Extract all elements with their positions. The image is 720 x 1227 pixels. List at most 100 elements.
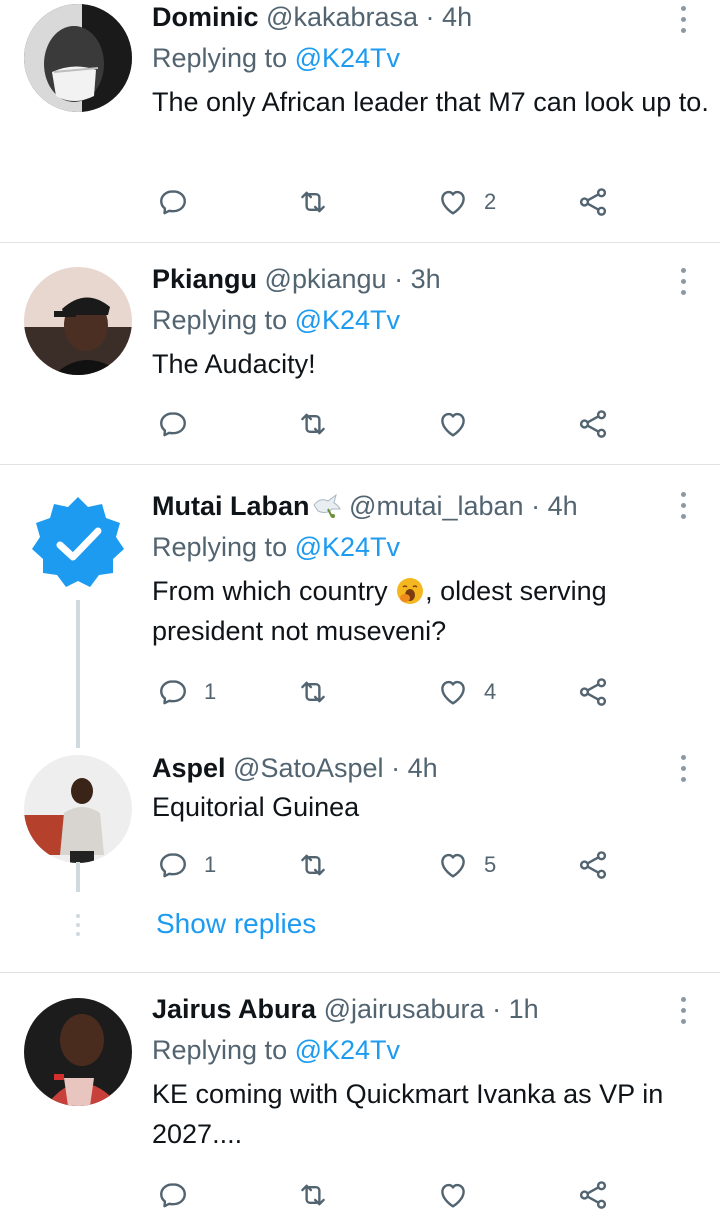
share-button[interactable]: [576, 182, 610, 222]
tweet-header: Mutai Laban @mutai_laban · 4h: [152, 489, 680, 523]
like-icon: [436, 1178, 470, 1212]
like-icon: [436, 185, 470, 219]
separator: ·: [492, 994, 502, 1024]
retweet-icon: [296, 675, 330, 709]
reply-button[interactable]: [156, 404, 204, 444]
share-button[interactable]: [576, 672, 610, 712]
tweet[interactable]: Aspel @SatoAspel · 4h Equitorial Guinea …: [0, 745, 720, 890]
handle[interactable]: @SatoAspel: [233, 753, 384, 783]
show-replies-link[interactable]: Show replies: [156, 908, 316, 940]
avatar[interactable]: [24, 998, 132, 1106]
reply-icon: [156, 185, 190, 219]
replying-label: Replying to: [152, 532, 288, 562]
tweet-actions: [152, 1175, 632, 1215]
timestamp[interactable]: 1h: [509, 994, 539, 1024]
thread-line: [76, 862, 80, 892]
reply-icon: [156, 848, 190, 882]
share-button[interactable]: [576, 1175, 610, 1215]
share-icon: [576, 185, 610, 219]
like-count: 4: [484, 679, 497, 704]
handle[interactable]: @kakabrasa: [266, 2, 418, 32]
dove-icon: [312, 493, 341, 518]
replying-to: Replying to @K24Tv: [152, 38, 680, 78]
tweet[interactable]: Dominic @kakabrasa · 4h Replying to @K24…: [0, 0, 720, 242]
display-name[interactable]: Dominic: [152, 2, 259, 32]
reply-icon: [156, 407, 190, 441]
share-icon: [576, 1178, 610, 1212]
like-button[interactable]: 5: [436, 845, 496, 885]
handle[interactable]: @mutai_laban: [349, 491, 524, 521]
mention-link[interactable]: @K24Tv: [295, 43, 400, 73]
more-options-icon[interactable]: [678, 6, 688, 34]
reply-icon: [156, 1178, 190, 1212]
like-button[interactable]: 2: [436, 182, 496, 222]
avatar[interactable]: [24, 267, 132, 375]
tweet-header: Dominic @kakabrasa · 4h: [152, 0, 680, 34]
more-options-icon[interactable]: [678, 755, 688, 783]
retweet-button[interactable]: [296, 845, 330, 885]
more-options-icon[interactable]: [678, 997, 688, 1025]
retweet-button[interactable]: [296, 672, 330, 712]
like-icon: [436, 675, 470, 709]
reply-icon: [156, 675, 190, 709]
tweet-actions: 1 5: [152, 845, 632, 885]
timestamp[interactable]: 4h: [408, 753, 438, 783]
mention-link[interactable]: @K24Tv: [295, 532, 400, 562]
handle[interactable]: @pkiangu: [265, 264, 387, 294]
tweet[interactable]: Jairus Abura @jairusabura · 1h Replying …: [0, 973, 720, 1227]
tweet[interactable]: Pkiangu @pkiangu · 3h Replying to @K24Tv…: [0, 243, 720, 464]
replying-label: Replying to: [152, 305, 288, 335]
reply-button[interactable]: [156, 1175, 204, 1215]
tweet-actions: 2: [152, 182, 632, 222]
display-name[interactable]: Jairus Abura: [152, 994, 316, 1024]
thread-dots: [76, 914, 80, 941]
timestamp[interactable]: 4h: [442, 2, 472, 32]
reply-count: 1: [204, 679, 217, 704]
like-count: 2: [484, 189, 497, 214]
like-count: 5: [484, 852, 497, 877]
timestamp[interactable]: 3h: [411, 264, 441, 294]
retweet-icon: [296, 407, 330, 441]
reply-button[interactable]: [156, 182, 204, 222]
display-name[interactable]: Aspel: [152, 753, 226, 783]
reply-button[interactable]: 1: [156, 672, 216, 712]
timestamp[interactable]: 4h: [548, 491, 578, 521]
reply-button[interactable]: 1: [156, 845, 216, 885]
thread-line: [76, 600, 80, 748]
like-icon: [436, 407, 470, 441]
mention-link[interactable]: @K24Tv: [295, 305, 400, 335]
share-icon: [576, 675, 610, 709]
mention-link[interactable]: @K24Tv: [295, 1035, 400, 1065]
retweet-button[interactable]: [296, 404, 330, 444]
tweet-text: KE coming with Quickmart Ivanka as VP in…: [152, 1079, 664, 1149]
retweet-icon: [296, 1178, 330, 1212]
share-icon: [576, 848, 610, 882]
replying-to: Replying to @K24Tv: [152, 1030, 680, 1070]
separator: ·: [531, 491, 541, 521]
tweet-text-part: From which country: [152, 576, 388, 606]
replying-label: Replying to: [152, 1035, 288, 1065]
handle[interactable]: @jairusabura: [324, 994, 485, 1024]
tweet-actions: 1 4: [152, 672, 632, 712]
retweet-button[interactable]: [296, 1175, 330, 1215]
display-name[interactable]: Mutai Laban: [152, 491, 310, 521]
like-button[interactable]: 4: [436, 672, 496, 712]
share-button[interactable]: [576, 845, 610, 885]
retweet-button[interactable]: [296, 182, 330, 222]
like-button[interactable]: [436, 404, 484, 444]
avatar[interactable]: [24, 755, 132, 863]
separator: ·: [391, 753, 401, 783]
separator: ·: [394, 264, 404, 294]
replying-label: Replying to: [152, 43, 288, 73]
more-options-icon[interactable]: [678, 492, 688, 520]
tweet-text: From which country , oldest serving pres…: [152, 571, 692, 651]
avatar[interactable]: [24, 4, 132, 112]
share-button[interactable]: [576, 404, 610, 444]
avatar[interactable]: [24, 489, 132, 597]
more-options-icon[interactable]: [678, 268, 688, 296]
yawning-face-icon: [397, 578, 424, 604]
display-name[interactable]: Pkiangu: [152, 264, 257, 294]
tweet[interactable]: Mutai Laban @mutai_laban · 4h Replying t…: [0, 465, 720, 748]
like-button[interactable]: [436, 1175, 484, 1215]
tweet-actions: [152, 404, 632, 444]
